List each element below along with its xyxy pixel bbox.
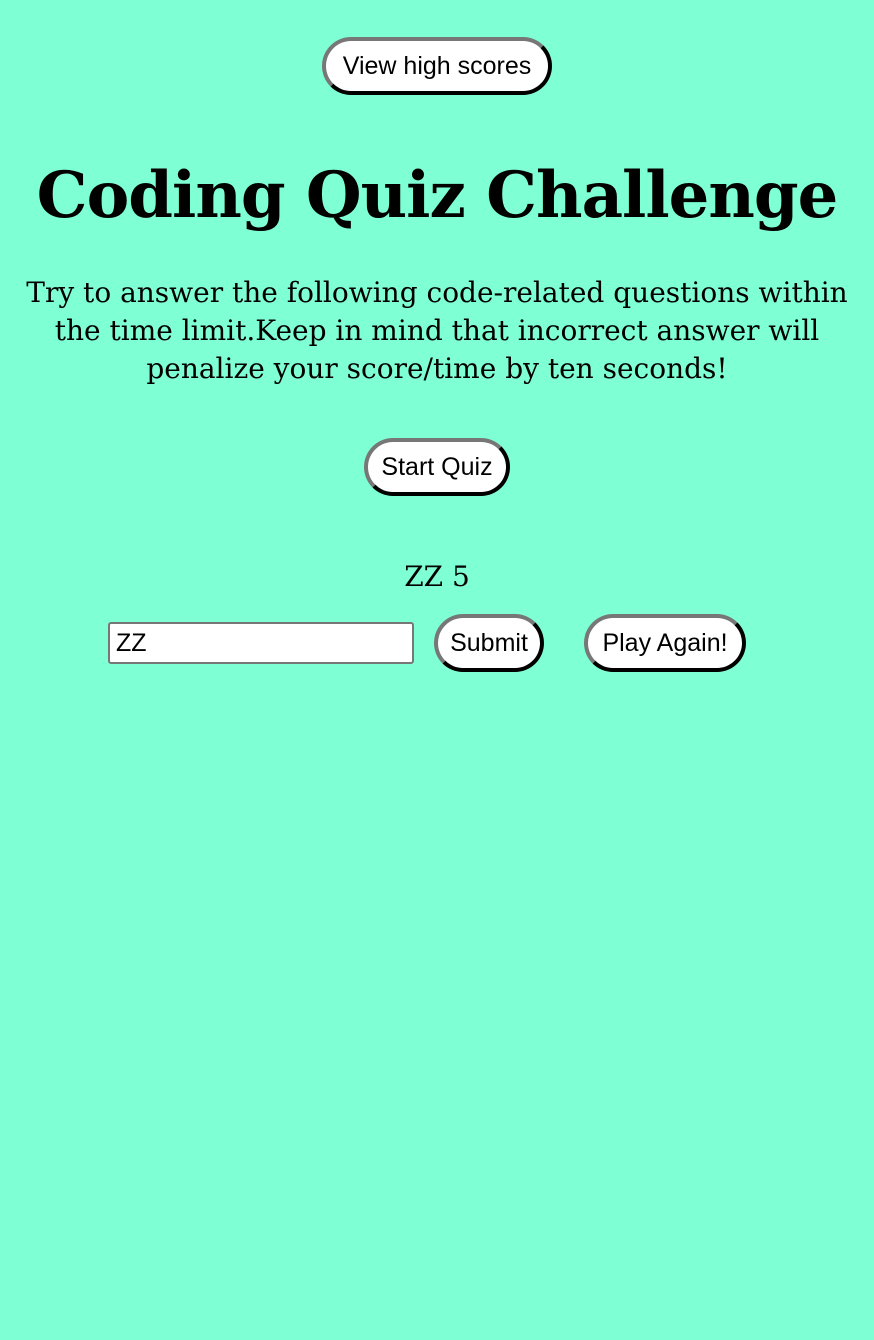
score-display: ZZ 5 (404, 560, 470, 593)
view-high-scores-button[interactable]: View high scores (322, 37, 552, 95)
play-again-button[interactable]: Play Again! (584, 614, 746, 672)
page-title: Coding Quiz Challenge (36, 158, 839, 233)
submit-button[interactable]: Submit (434, 614, 544, 672)
initials-input[interactable] (108, 622, 414, 664)
intro-text: Try to answer the following code-related… (26, 276, 848, 385)
start-quiz-button[interactable]: Start Quiz (364, 438, 510, 496)
